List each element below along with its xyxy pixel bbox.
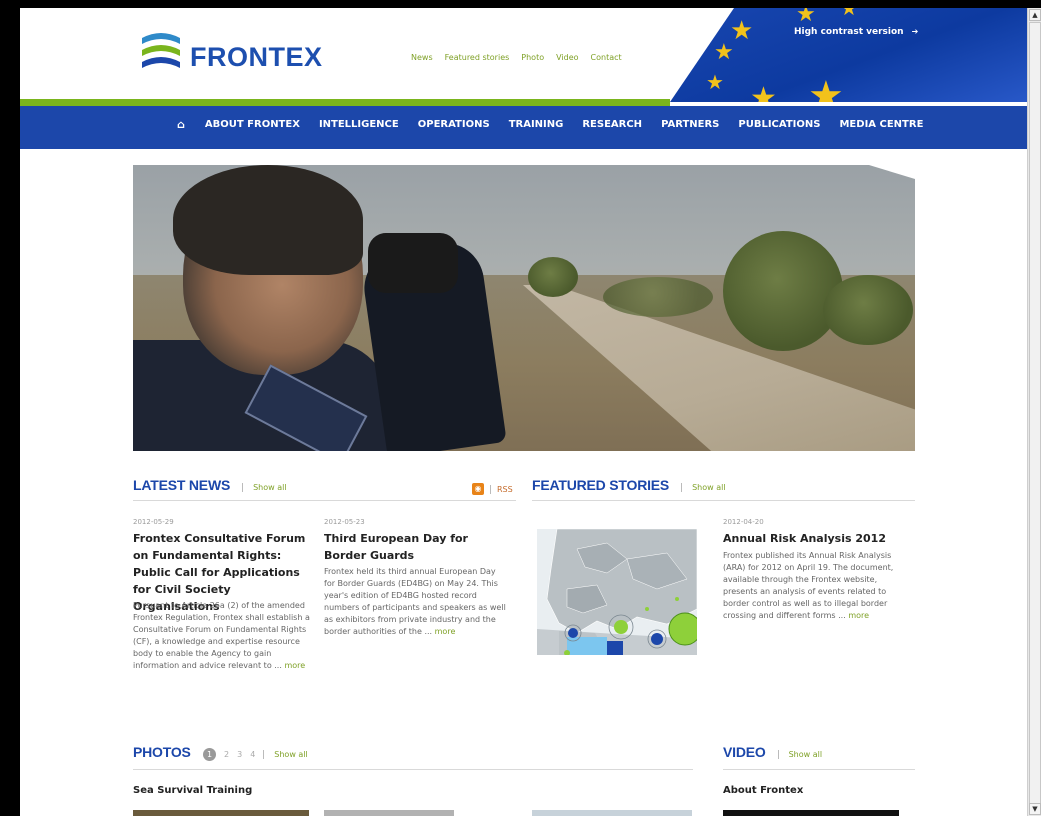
video-divider [723,769,915,770]
news-more-link[interactable]: more [435,627,456,636]
eu-star-icon: ★ [808,73,844,102]
news-body-text: Frontex held its third annual European D… [324,567,506,636]
frontex-waves-icon [142,33,180,68]
rss-label: RSS [490,484,513,494]
home-icon[interactable]: ⌂ [177,118,185,131]
featured-stories-title: FEATURED STORIES [532,477,670,493]
video-header: VIDEO Show all [723,744,822,760]
news-body-text: Pursuant to Article 26a (2) of the amend… [133,601,310,670]
video-thumbnail[interactable] [723,810,899,816]
feature-date: 2012-04-20 [723,518,764,526]
high-contrast-label: High contrast version [794,27,904,37]
nav-about-frontex[interactable]: ABOUT FRONTEX [205,119,300,130]
green-accent-bar [20,99,670,106]
top-link-news[interactable]: News [411,53,433,62]
top-links: News Featured stories Photo Video Contac… [411,53,622,62]
photos-header: PHOTOS [133,744,191,760]
eu-star-icon: ★ [750,81,777,103]
video-show-all[interactable]: Show all [777,750,822,759]
nav-training[interactable]: TRAINING [509,119,564,130]
browser-viewport: ★ ★ ★ ★ ★ ★ ★ High contrast version ➔ FRO… [0,0,1041,816]
top-link-video[interactable]: Video [556,53,578,62]
feature-more-link[interactable]: more [848,611,869,620]
hero-image[interactable] [133,165,915,451]
risk-analysis-map[interactable] [537,529,697,655]
hero-bush [723,231,843,351]
pager-page-4[interactable]: 4 [250,750,255,759]
news-headline[interactable]: Third European Day for Border Guards [324,530,484,564]
video-title: VIDEO [723,744,766,760]
scroll-up-icon[interactable]: ▲ [1029,9,1041,21]
photo-thumbnail[interactable] [133,810,309,816]
video-item-title[interactable]: About Frontex [723,785,803,796]
site-header: ★ ★ ★ ★ ★ ★ ★ High contrast version ➔ FRO… [20,8,1027,149]
rss-icon: ◉ [472,483,484,495]
rss-link[interactable]: ◉ RSS [472,483,513,495]
nav-publications[interactable]: PUBLICATIONS [738,119,820,130]
top-link-featured-stories[interactable]: Featured stories [445,53,510,62]
hero-bush [528,257,578,297]
nav-operations[interactable]: OPERATIONS [418,119,490,130]
eu-star-icon: ★ [706,70,724,94]
photo-thumbnail[interactable] [532,810,692,816]
pager-page-3[interactable]: 3 [237,750,242,759]
photos-title: PHOTOS [133,744,191,760]
hero-bush [823,275,913,345]
frontex-page: ★ ★ ★ ★ ★ ★ ★ High contrast version ➔ FRO… [20,8,1027,816]
top-link-photo[interactable]: Photo [521,53,544,62]
photo-album-title[interactable]: Sea Survival Training [133,785,252,796]
news-body: Pursuant to Article 26a (2) of the amend… [133,600,313,672]
scrollbar-thumb[interactable] [1029,22,1041,812]
photo-pager: 1 2 3 4 Show all [203,748,308,761]
pager-page-1[interactable]: 1 [203,748,216,761]
scroll-down-icon[interactable]: ▼ [1029,803,1041,815]
hero-person-hair [173,165,363,275]
europe-map-graphic [537,529,697,655]
nav-partners[interactable]: PARTNERS [661,119,719,130]
photos-show-all[interactable]: Show all [263,750,308,759]
hero-binoculars [368,233,458,293]
nav-media-centre[interactable]: MEDIA CENTRE [839,119,923,130]
pager-page-2[interactable]: 2 [224,750,229,759]
nav-intelligence[interactable]: INTELLIGENCE [319,119,399,130]
high-contrast-link[interactable]: High contrast version ➔ [794,27,918,37]
nav-research[interactable]: RESEARCH [582,119,642,130]
hero-bush [603,277,713,317]
eu-star-icon: ★ [840,8,858,20]
featured-stories-header: FEATURED STORIES Show all [532,477,726,493]
featured-stories-show-all[interactable]: Show all [681,483,726,492]
feature-headline[interactable]: Annual Risk Analysis 2012 [723,530,913,547]
news-date: 2012-05-23 [324,518,365,526]
latest-news-show-all[interactable]: Show all [242,483,287,492]
feature-body: Frontex published its Annual Risk Analys… [723,550,901,622]
latest-news-header: LATEST NEWS Show all [133,477,287,493]
news-more-link[interactable]: more [284,661,305,670]
latest-news-divider [133,500,516,501]
eu-star-icon: ★ [796,8,816,27]
arrow-right-icon: ➔ [911,27,919,36]
vertical-scrollbar[interactable]: ▲ ▼ [1027,8,1041,816]
news-date: 2012-05-29 [133,518,174,526]
logo-text: FRONTEX [190,42,323,72]
top-link-contact[interactable]: Contact [591,53,622,62]
photo-thumbnail[interactable] [324,810,454,816]
featured-stories-divider [532,500,915,501]
eu-flag-banner: ★ ★ ★ ★ ★ ★ ★ [670,8,1027,102]
latest-news-title: LATEST NEWS [133,477,231,493]
feature-body-text: Frontex published its Annual Risk Analys… [723,551,894,620]
photos-divider [133,769,693,770]
main-nav: ⌂ ABOUT FRONTEX INTELLIGENCE OPERATIONS … [20,106,1027,149]
news-body: Frontex held its third annual European D… [324,566,506,638]
eu-star-icon: ★ [714,40,734,65]
